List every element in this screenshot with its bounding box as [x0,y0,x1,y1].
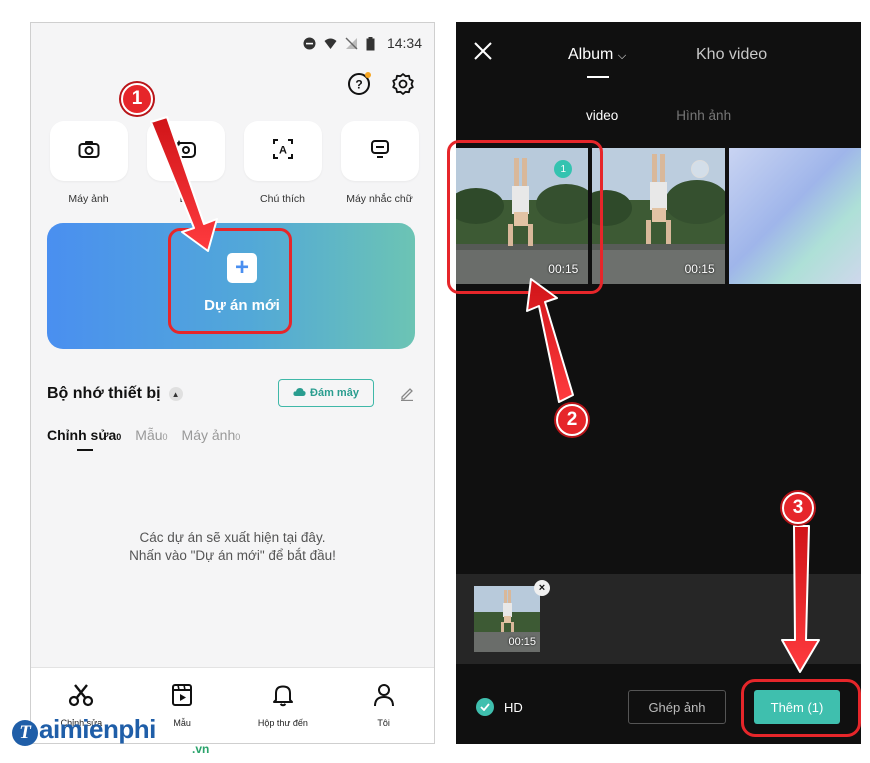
tool-caption[interactable]: A Chú thích [239,121,326,205]
svg-text:?: ? [355,78,362,92]
new-project-label: Dự án mới [204,296,280,314]
selected-clips-tray: 00:15 × [456,574,861,664]
retouch-camera-icon [174,138,198,165]
empty-state: Các dự án sẽ xuất hiện tại đây. Nhấn vào… [31,529,434,565]
media-thumbnail[interactable]: 1 00:15 [456,148,589,284]
tab-templates[interactable]: Mẫu0 [135,427,167,443]
nav-profile[interactable]: Tôi [344,683,424,728]
camera-icon [78,139,100,164]
cloud-icon [293,387,306,400]
tool-camera[interactable]: Máy ảnh [45,121,132,205]
media-thumbnail[interactable]: 00:15 [592,148,725,284]
picker-header: Album ⌵ Kho video [456,22,861,84]
template-icon [171,683,193,712]
tool-retouch[interactable]: Là [142,121,229,205]
tab-album[interactable]: Album ⌵ [568,46,626,64]
new-project-button[interactable]: + Dự án mới [186,229,298,337]
watermark-logo: T aimienphi .vn [12,714,209,756]
auto-caption-icon: A [272,138,294,165]
tab-video-library[interactable]: Kho video [696,46,767,64]
wifi-icon [324,37,337,50]
help-icon[interactable]: ? [346,71,372,97]
thumbnail-duration: 00:15 [548,262,579,276]
selected-clip-duration: 00:15 [508,636,536,648]
blurred-thumbnail-image [728,148,861,284]
chevron-down-icon: ⌵ [617,50,627,62]
bell-icon [272,683,294,712]
teleprompter-icon [369,138,391,165]
tool-teleprompter[interactable]: Máy nhắc chữ [336,121,423,205]
media-grid: 1 00:15 00:15 [456,148,861,284]
clock: 14:34 [386,35,422,51]
battery-icon [366,36,379,50]
no-signal-icon [345,37,358,50]
close-icon[interactable] [472,40,494,62]
cloud-button[interactable]: Đám mây [278,379,374,407]
media-thumbnail-blurred[interactable] [728,148,861,284]
logo-mark: T [12,720,38,746]
empty-state-line2: Nhấn vào "Dự án mới" để bắt đầu! [129,548,336,563]
album-tab-underline [587,76,609,78]
remove-clip-icon[interactable]: × [534,580,550,596]
svg-text:A: A [279,144,287,156]
settings-gear-icon[interactable] [390,71,416,97]
nav-inbox-label: Hộp thư đến [257,718,308,728]
merge-photos-button[interactable]: Ghép ảnh [628,690,726,724]
tab-camera[interactable]: Máy ảnh0 [182,427,241,443]
hd-label: HD [504,700,523,715]
selection-circle[interactable] [690,160,709,178]
nav-profile-label: Tôi [377,718,390,728]
home-screen: 14:34 ? Máy ảnh Là A Chú thích Máy nhắc … [30,22,435,744]
nav-inbox[interactable]: Hộp thư đến [243,683,323,728]
tool-caption-label: Chú thích [260,193,305,205]
scissors-icon [68,683,94,712]
tool-teleprompter-label: Máy nhắc chữ [346,193,413,205]
subtab-photos[interactable]: Hình ảnh [676,108,731,123]
nav-templates-label: Mẫu [173,718,191,728]
add-button[interactable]: Thêm (1) [754,690,840,724]
subtab-video[interactable]: video [586,108,618,123]
tool-retouch-label: Là [179,193,192,205]
selected-clip[interactable]: 00:15 [474,586,540,652]
tool-camera-label: Máy ảnh [68,193,109,205]
step-badge-1: 1 [121,83,153,115]
picker-footer: HD Ghép ảnh Thêm (1) [456,664,861,744]
new-project-card[interactable]: + Dự án mới [47,223,415,349]
step-badge-3: 3 [782,492,814,524]
logo-text: aimienphi [39,714,156,744]
cloud-button-label: Đám mây [310,387,359,399]
empty-state-line1: Các dự án sẽ xuất hiện tại đây. [139,530,326,545]
check-icon [480,703,490,711]
dnd-icon [303,37,316,50]
thumbnail-duration: 00:15 [684,262,715,276]
profile-icon [373,683,395,712]
media-picker-screen: Album ⌵ Kho video video Hình ảnh 1 00:15… [456,22,861,744]
tab-edit[interactable]: Chỉnh sửa0 [47,427,121,443]
tab-underline [77,449,93,451]
status-bar: 14:34 [31,23,434,63]
hd-checkbox[interactable] [476,698,494,716]
logo-tld: .vn [192,742,210,756]
storage-title: Bộ nhớ thiết bị [47,385,161,402]
plus-icon: + [227,252,257,283]
edit-pencil-icon[interactable] [399,385,415,406]
caret-up-icon[interactable]: ▲ [168,387,183,401]
step-badge-2: 2 [556,404,588,436]
